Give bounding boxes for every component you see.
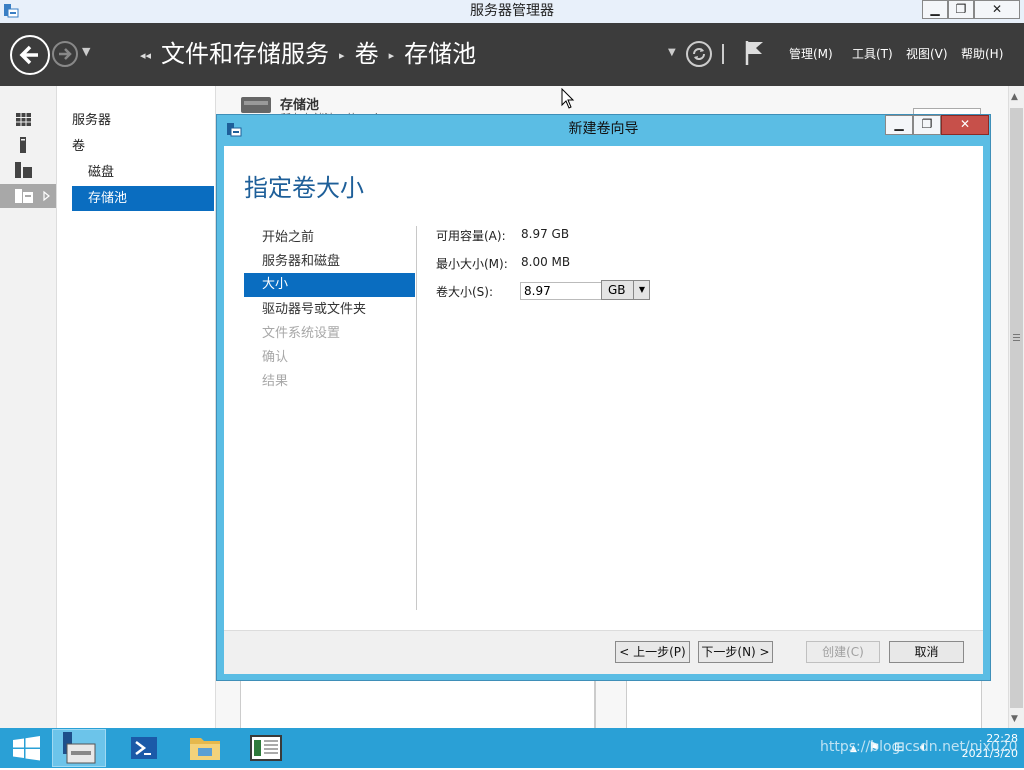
dialog-title: 新建卷向导: [568, 121, 639, 137]
toolbar-divider: [722, 44, 724, 64]
refresh-icon: [693, 48, 705, 60]
breadcrumb-item-file-storage[interactable]: 文件和存储服务: [161, 23, 329, 86]
dialog-minimize-button[interactable]: ▁: [885, 115, 913, 135]
minimum-size-label: 最小大小(M):: [436, 257, 508, 271]
back-button[interactable]: [10, 35, 50, 75]
navigation-tree: 服务器 卷 磁盘 存储池: [57, 86, 216, 728]
tree-item-disks[interactable]: 磁盘: [88, 160, 212, 185]
next-button[interactable]: 下一步(N) >: [698, 641, 773, 663]
close-button[interactable]: ✕: [974, 0, 1020, 19]
refresh-dropdown-icon[interactable]: ▼: [668, 47, 676, 58]
taskbar-server-manager[interactable]: [52, 729, 106, 767]
tree-item-storage-pools[interactable]: 存储池: [72, 186, 214, 211]
volume-size-label: 卷大小(S):: [436, 285, 494, 299]
window-titlebar: 服务器管理器 ▁ ❐ ✕: [0, 0, 1024, 24]
wizard-step-before-you-begin[interactable]: 开始之前: [244, 226, 415, 250]
wizard-step-confirmation: 确认: [262, 350, 289, 365]
left-icon-bar: [0, 86, 57, 728]
notifications-flag-icon[interactable]: [744, 39, 766, 67]
breadcrumb: ◂◂ 文件和存储服务 ▸ 卷 ▸ 存储池: [130, 23, 476, 86]
dialog-close-button[interactable]: ✕: [941, 115, 989, 135]
wizard-step-size[interactable]: 大小: [244, 273, 415, 297]
history-dropdown-icon[interactable]: ▼: [82, 45, 90, 58]
window-title: 服务器管理器: [470, 3, 554, 19]
size-unit-select[interactable]: GB ▼: [601, 280, 650, 300]
minimize-button[interactable]: ▁: [922, 0, 948, 19]
panel-column-divider: [594, 680, 595, 728]
file-storage-nav-item[interactable]: [0, 184, 56, 208]
dashboard-icon: [16, 113, 31, 126]
steps-divider: [416, 226, 417, 610]
storage-pool-icon: [241, 97, 271, 113]
volume-size-input[interactable]: [520, 282, 603, 300]
vertical-scrollbar[interactable]: ▲ ▼: [1008, 86, 1024, 728]
breadcrumb-collapse-icon[interactable]: ◂◂: [140, 24, 151, 87]
scrollbar-thumb[interactable]: [1010, 108, 1023, 708]
wizard-step-results: 结果: [262, 374, 289, 389]
storage-pool-list-panel: [240, 680, 596, 729]
powershell-icon: [131, 737, 157, 759]
menu-help[interactable]: 帮助(H): [961, 23, 1003, 86]
breadcrumb-separator-icon: ▸: [388, 48, 395, 62]
new-volume-wizard-dialog: 新建卷向导 ▁ ❐ ✕ 指定卷大小 开始之前 服务器和磁盘 大小 驱动器号或文件…: [216, 114, 991, 681]
menu-view[interactable]: 视图(V): [906, 23, 948, 86]
taskbar-file-explorer[interactable]: [178, 729, 232, 767]
mouse-cursor-icon: [561, 88, 575, 109]
server-manager-icon: [63, 732, 96, 764]
all-servers-nav-item[interactable]: [0, 158, 56, 182]
navigation-bar: ▼ ◂◂ 文件和存储服务 ▸ 卷 ▸ 存储池 ▼ 管理(M) 工具(T) 视图(V) 帮助…: [0, 23, 1024, 86]
forward-arrow-icon: [59, 48, 72, 60]
tree-item-volumes[interactable]: 卷: [72, 134, 212, 159]
local-server-icon: [20, 137, 26, 153]
previous-button[interactable]: < 上一步(P): [615, 641, 690, 663]
start-button[interactable]: [0, 729, 54, 767]
wizard-page-heading: 指定卷大小: [244, 174, 364, 202]
breadcrumb-item-storage-pools[interactable]: 存储池: [404, 23, 476, 86]
local-server-nav-item[interactable]: [0, 133, 56, 157]
taskbar-event-viewer[interactable]: [239, 729, 293, 767]
forward-button[interactable]: [52, 41, 78, 67]
dashboard-nav-item[interactable]: [0, 108, 56, 132]
physical-disks-panel: [626, 680, 982, 729]
wizard-step-file-system: 文件系统设置: [262, 326, 341, 341]
available-capacity-value: 8.97 GB: [521, 227, 570, 241]
minimum-size-value: 8.00 MB: [521, 255, 571, 269]
event-viewer-icon: [250, 735, 282, 761]
dialog-body: 指定卷大小 开始之前 服务器和磁盘 大小 驱动器号或文件夹 文件系统设置 确认 …: [224, 146, 983, 673]
breadcrumb-item-volumes[interactable]: 卷: [355, 23, 379, 86]
chevron-down-icon: ▼: [633, 281, 650, 299]
taskbar-powershell[interactable]: [117, 729, 171, 767]
dialog-footer: < 上一步(P) 下一步(N) > 创建(C) 取消: [224, 630, 983, 674]
available-capacity-label: 可用容量(A):: [436, 229, 506, 243]
file-explorer-icon: [190, 738, 220, 760]
all-servers-icon: [15, 162, 32, 178]
cancel-button[interactable]: 取消: [889, 641, 964, 663]
menu-manage[interactable]: 管理(M): [789, 23, 833, 86]
scroll-up-icon[interactable]: ▲: [1011, 92, 1018, 102]
refresh-button[interactable]: [686, 41, 712, 67]
menu-tools[interactable]: 工具(T): [852, 23, 893, 86]
watermark-text: https://blog.csdn.net/njx020: [820, 739, 1018, 755]
file-storage-icon: [15, 189, 50, 203]
create-button: 创建(C): [806, 641, 880, 663]
tree-item-servers[interactable]: 服务器: [72, 108, 212, 133]
windows-start-icon: [13, 736, 40, 761]
back-arrow-icon: [19, 45, 38, 65]
breadcrumb-separator-icon: ▸: [339, 48, 345, 62]
scrollbar-grip-icon: [1013, 334, 1020, 335]
wizard-step-server-and-disk[interactable]: 服务器和磁盘: [244, 250, 415, 274]
size-unit-value: GB: [608, 283, 626, 297]
wizard-step-drive-letter[interactable]: 驱动器号或文件夹: [244, 298, 415, 322]
maximize-button[interactable]: ❐: [948, 0, 974, 19]
dialog-maximize-button[interactable]: ❐: [913, 115, 941, 135]
scroll-down-icon[interactable]: ▼: [1011, 714, 1018, 724]
